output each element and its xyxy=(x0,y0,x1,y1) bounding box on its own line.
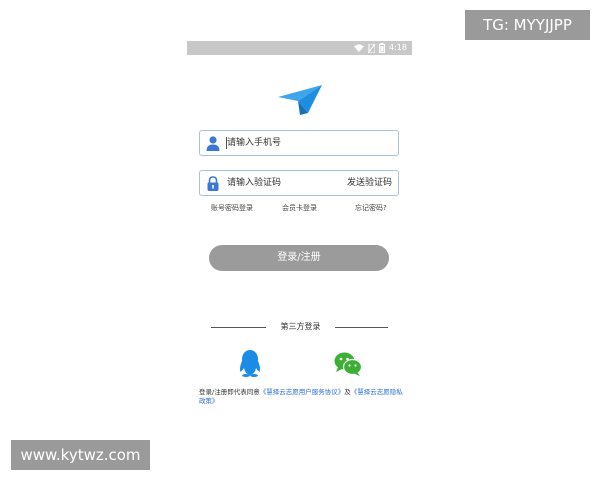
password-login-link[interactable]: 账号密码登录 xyxy=(211,203,253,213)
screen: TG: MYYJJPP www.kytwz.com 4:18 请输入手机号 请输… xyxy=(0,0,600,480)
login-register-button[interactable]: 登录/注册 xyxy=(209,245,389,271)
divider-right xyxy=(335,327,388,328)
battery-icon xyxy=(379,43,386,53)
code-placeholder: 请输入验证码 xyxy=(227,178,282,188)
user-service-agreement-link[interactable]: 《慧择云志愿用户服务协议》 xyxy=(260,388,345,396)
watermark-top: TG: MYYJJPP xyxy=(465,10,590,40)
user-icon xyxy=(206,136,220,151)
watermark-bottom: www.kytwz.com xyxy=(11,440,150,470)
third-party-title: 第三方登录 xyxy=(280,322,321,331)
phone-input[interactable]: 请输入手机号 xyxy=(199,130,399,156)
code-input[interactable]: 请输入验证码 发送验证码 xyxy=(199,170,399,196)
phone-placeholder: 请输入手机号 xyxy=(227,138,282,148)
wechat-icon[interactable] xyxy=(334,352,362,376)
divider-left xyxy=(211,327,266,328)
lock-icon xyxy=(207,176,219,191)
status-icons: 4:18 xyxy=(354,41,407,55)
no-sim-icon xyxy=(368,43,376,53)
agreement-text: 登录/注册即代表同意《慧择云志愿用户服务协议》及《慧择云志愿隐私政策》 xyxy=(199,388,404,406)
status-time: 4:18 xyxy=(389,43,407,52)
forgot-password-link[interactable]: 忘记密码? xyxy=(355,203,387,213)
send-code-button[interactable]: 发送验证码 xyxy=(347,171,392,195)
qq-icon[interactable] xyxy=(238,350,262,377)
paper-plane-icon xyxy=(278,85,322,115)
card-login-link[interactable]: 会员卡登录 xyxy=(282,203,317,213)
status-bar: 4:18 xyxy=(187,41,412,55)
wifi-icon xyxy=(354,44,365,52)
agreement-prefix: 登录/注册即代表同意 xyxy=(199,388,260,396)
